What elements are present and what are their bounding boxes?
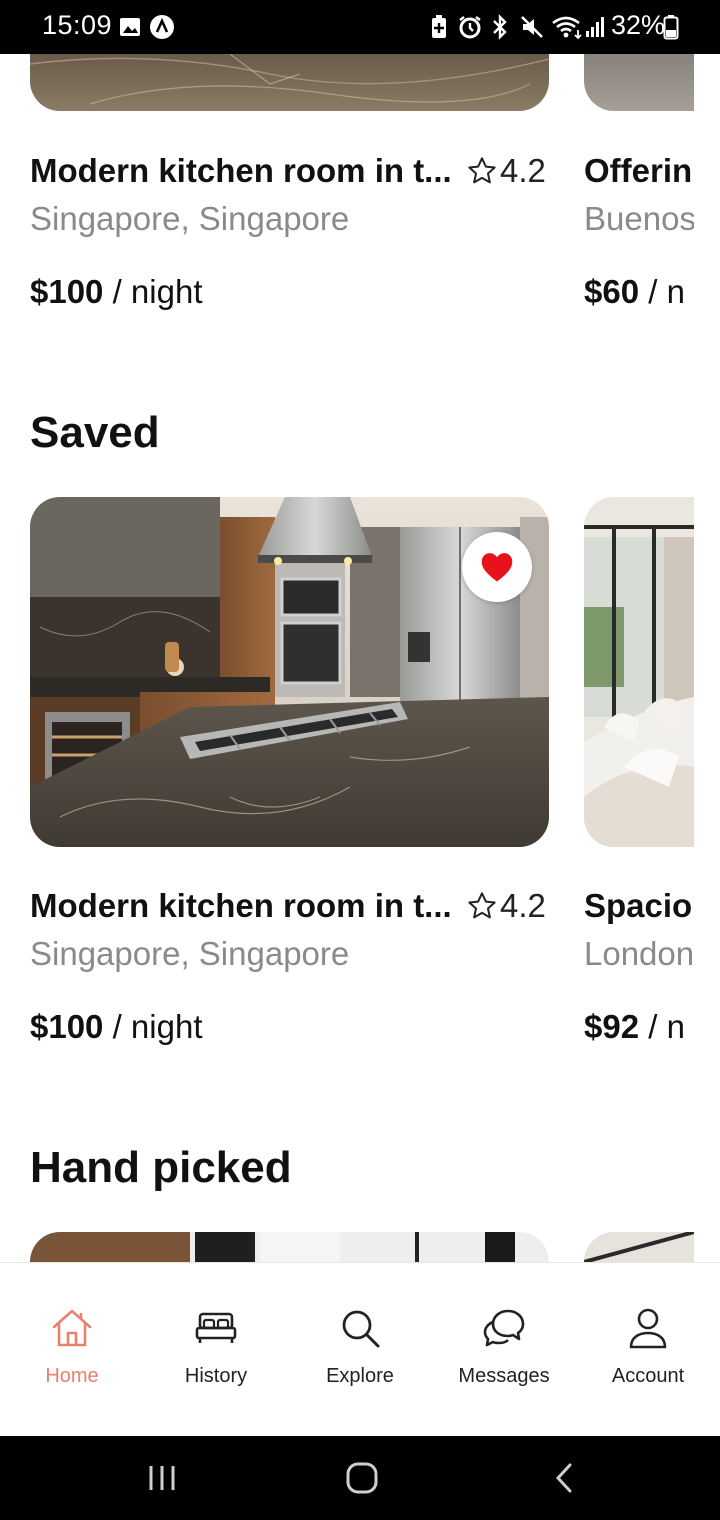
bottom-tab-bar: Home History Explore Messages Account	[0, 1262, 720, 1436]
listing-photo[interactable]	[30, 1232, 549, 1262]
listing-location: Singapore, Singapore	[30, 935, 350, 972]
alarm-icon	[456, 13, 484, 41]
user-icon	[627, 1305, 669, 1351]
listing-price: $92 / n	[584, 1008, 685, 1046]
home-feed[interactable]: Modern kitchen room in t... 4.2 Singapor…	[0, 54, 720, 1262]
listing-location: Buenos	[584, 200, 694, 237]
listing-title[interactable]: Spacio	[584, 887, 692, 925]
listing-peek: Spacio London $92 / n	[584, 887, 694, 1057]
listing-photo[interactable]	[584, 1232, 694, 1262]
back-button[interactable]	[524, 1454, 604, 1502]
home-nav-button[interactable]	[322, 1454, 402, 1502]
status-time: 15:09	[42, 10, 113, 40]
rating-value: 4.2	[500, 887, 546, 924]
listing-price: $100 / night	[30, 1008, 203, 1046]
home-icon	[50, 1305, 94, 1351]
listing-photo-clip	[584, 497, 694, 847]
listing-photo-clip	[584, 54, 694, 111]
price-amount: $92	[584, 1008, 640, 1045]
rating-value: 4.2	[500, 152, 546, 189]
price-amount: $100	[30, 1008, 104, 1045]
wifi-icon	[550, 13, 584, 41]
tab-home[interactable]: Home	[0, 1263, 144, 1437]
tab-messages[interactable]: Messages	[432, 1263, 576, 1437]
saved-heading: Saved	[30, 408, 160, 457]
tab-explore[interactable]: Explore	[288, 1263, 432, 1437]
tab-account[interactable]: Account	[576, 1263, 720, 1437]
price-amount: $100	[30, 273, 104, 310]
recent-apps-icon	[147, 1464, 177, 1492]
tab-label: Messages	[458, 1365, 550, 1387]
tab-label: Home	[45, 1365, 99, 1387]
listing-price: $100 / night	[30, 273, 203, 311]
listing-peek: Offerin Buenos $60 / n	[584, 152, 694, 322]
listing-photo-clip	[584, 1232, 694, 1262]
price-unit: / n	[648, 1008, 685, 1045]
battery-saver-icon	[429, 13, 449, 41]
listing-location: London	[584, 935, 694, 972]
listing-title[interactable]: Offerin	[584, 152, 692, 190]
heart-icon	[479, 551, 515, 583]
bed-icon	[194, 1305, 238, 1351]
mute-icon	[518, 13, 546, 41]
tab-label: History	[184, 1365, 248, 1387]
price-unit: / night	[112, 273, 203, 310]
price-unit: / n	[648, 273, 685, 310]
battery-icon	[661, 13, 681, 41]
hand-picked-heading: Hand picked	[30, 1143, 292, 1192]
bluetooth-icon	[489, 13, 511, 41]
favorite-button[interactable]	[462, 532, 532, 602]
listing-price: $60 / n	[584, 273, 685, 311]
listing-location: Singapore, Singapore	[30, 200, 350, 237]
search-icon	[339, 1305, 381, 1351]
tab-history[interactable]: History	[144, 1263, 288, 1437]
living-room-photo-illustration	[584, 497, 694, 847]
status-bar: 15:09 32%	[0, 0, 720, 54]
listing-rating: 4.2	[466, 152, 546, 190]
recent-apps-button[interactable]	[122, 1454, 202, 1502]
listing-photo[interactable]	[584, 497, 694, 847]
back-icon	[552, 1462, 576, 1494]
star-icon	[466, 890, 498, 922]
system-navigation-bar	[0, 1436, 720, 1520]
chat-icon	[482, 1305, 526, 1351]
listing-photo[interactable]	[30, 497, 549, 847]
battery-percent: 32%	[611, 10, 666, 40]
price-amount: $60	[584, 273, 640, 310]
listing-rating: 4.2	[466, 887, 546, 925]
star-icon	[466, 155, 498, 187]
signal-icon	[584, 13, 606, 41]
home-nav-icon	[345, 1461, 379, 1495]
listing-title[interactable]: Modern kitchen room in t...	[30, 152, 455, 190]
tab-label: Explore	[326, 1365, 394, 1387]
gallery-icon	[118, 13, 142, 41]
listing-photo[interactable]	[584, 54, 694, 111]
listing-title[interactable]: Modern kitchen room in t...	[30, 887, 455, 925]
app-notification-icon	[148, 13, 176, 41]
price-unit: / night	[112, 1008, 203, 1045]
tab-label: Account	[611, 1365, 685, 1387]
listing-photo[interactable]	[30, 54, 549, 111]
